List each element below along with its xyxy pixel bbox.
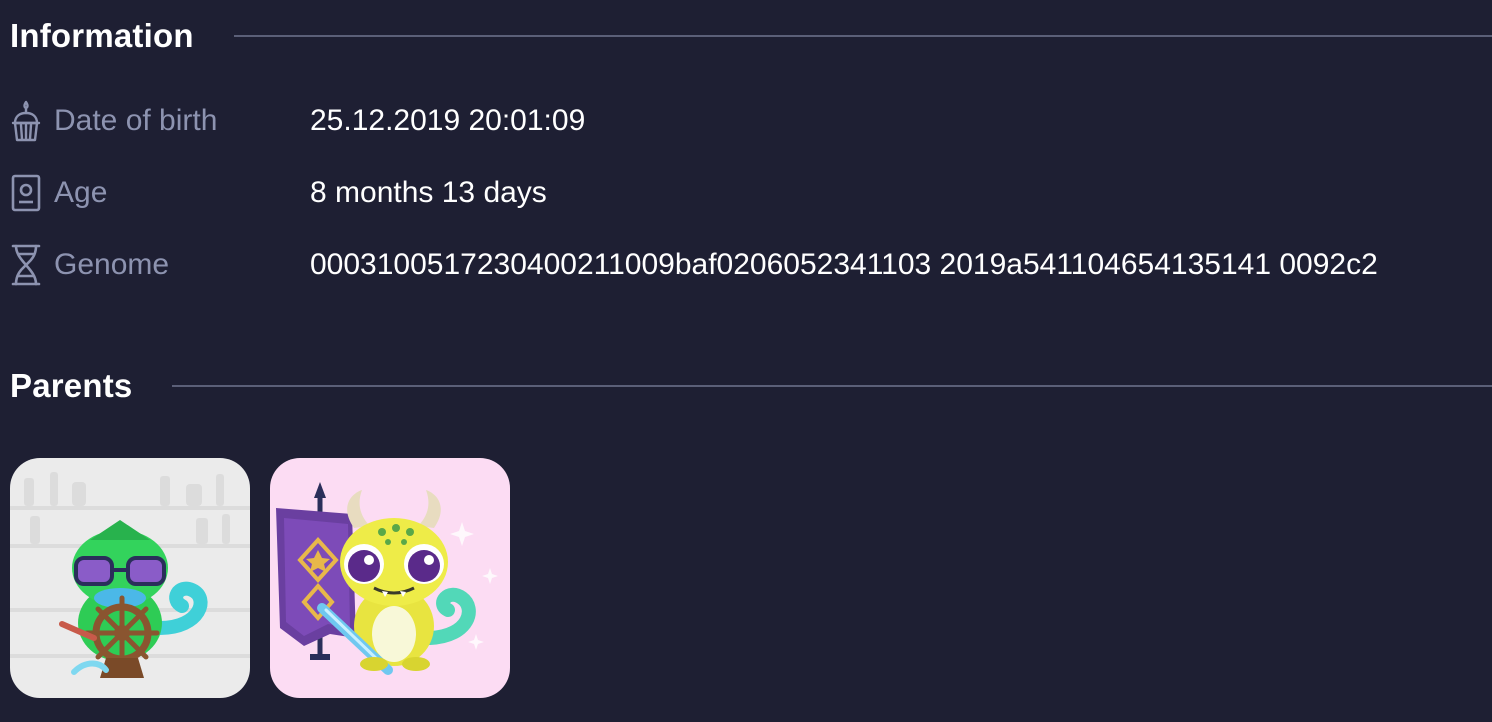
info-row-age: Age 8 months 13 days	[10, 169, 547, 217]
parent-card-1[interactable]	[10, 458, 250, 698]
parents-section-header: Parents	[10, 364, 1492, 408]
parent-2-image	[276, 482, 498, 675]
info-row-date-of-birth: Date of birth 25.12.2019 20:01:09	[10, 97, 585, 145]
parents-title: Parents	[10, 367, 133, 404]
genome-label: Genome	[54, 248, 170, 281]
id-card-icon	[10, 169, 42, 217]
dna-icon	[10, 241, 42, 289]
information-divider	[233, 35, 1492, 37]
parent-card-2[interactable]	[270, 458, 510, 698]
date-of-birth-value: 25.12.2019 20:01:09	[310, 104, 586, 137]
date-of-birth-label: Date of birth	[54, 104, 218, 137]
cupcake-icon	[10, 97, 42, 145]
age-label: Age	[54, 176, 108, 209]
information-section-header: Information	[10, 14, 1492, 58]
information-title: Information	[10, 17, 194, 54]
parent-1-image	[10, 472, 250, 678]
info-row-genome: Genome 0003100517230400211009baf02060523…	[10, 241, 1378, 289]
age-value: 8 months 13 days	[310, 176, 547, 209]
genome-value[interactable]: 0003100517230400211009baf0206052341103 2…	[310, 248, 1378, 282]
parents-divider	[172, 385, 1492, 387]
page: Information Date of birth 25.12.2019 20:…	[0, 0, 1492, 722]
